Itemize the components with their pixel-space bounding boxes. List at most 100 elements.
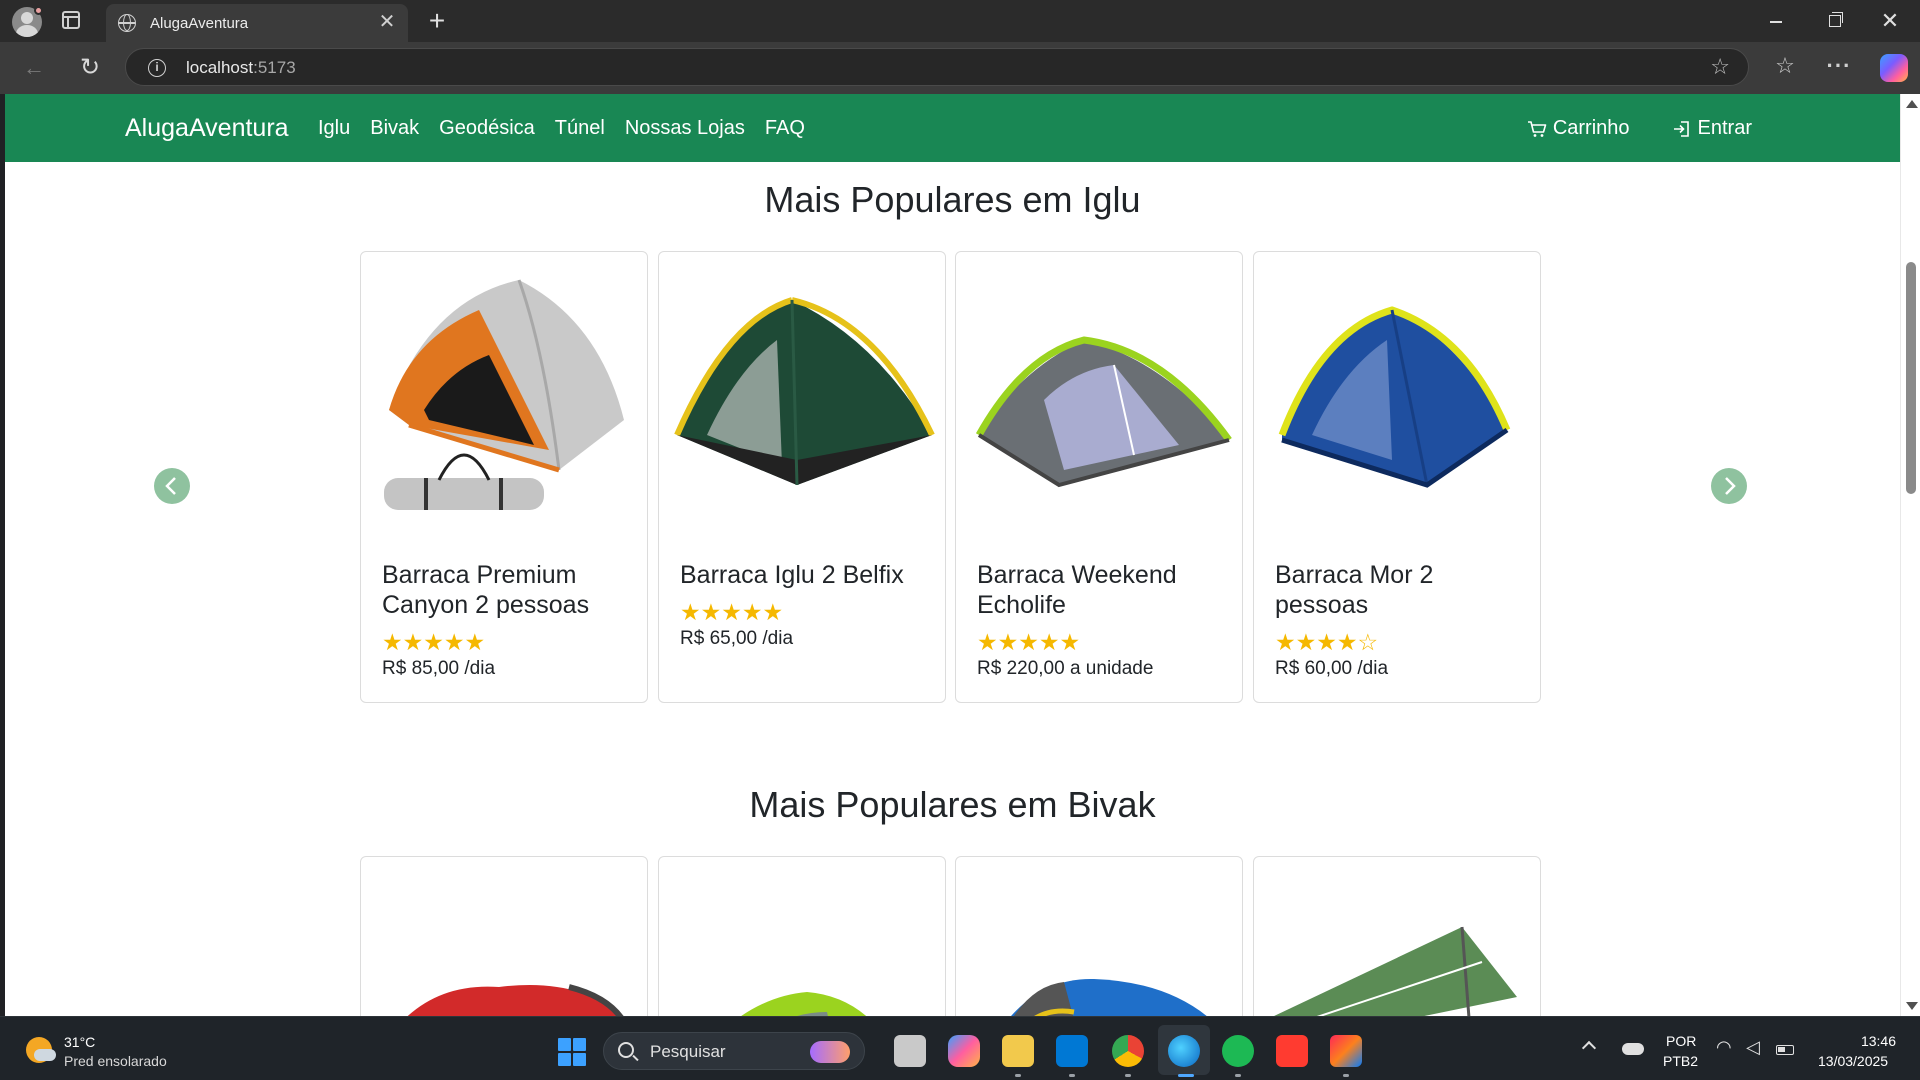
product-image-echolife xyxy=(964,260,1234,532)
search-placeholder: Pesquisar xyxy=(650,1042,726,1061)
running-indicator xyxy=(1015,1074,1021,1077)
product-name[interactable]: Barraca Weekend Echolife xyxy=(977,560,1227,620)
clock-time[interactable]: 13:46 xyxy=(1830,1033,1896,1049)
chevron-right-icon xyxy=(1725,477,1736,495)
product-name[interactable]: Barraca Mor 2 pessoas xyxy=(1275,560,1525,620)
spotify-icon[interactable] xyxy=(1222,1035,1254,1067)
nav-link-tunel[interactable]: Túnel xyxy=(555,117,605,140)
clock-date[interactable]: 13/03/2025 xyxy=(1818,1053,1888,1069)
carousel-prev-button[interactable] xyxy=(154,468,190,504)
scroll-down-arrow-icon[interactable] xyxy=(1906,1002,1918,1010)
weather-condition[interactable]: Pred ensolarado xyxy=(64,1053,167,1069)
minimize-button[interactable] xyxy=(1748,0,1804,42)
file-explorer-icon[interactable] xyxy=(1002,1035,1034,1067)
rating-star-empty: ☆ xyxy=(1357,629,1379,655)
product-price: R$ 60,00 /dia xyxy=(1275,658,1389,679)
rating-stars: ★★★★★ xyxy=(680,599,784,625)
carousel-next-button[interactable] xyxy=(1711,468,1747,504)
product-image-belfix xyxy=(667,260,937,532)
chrome-icon[interactable] xyxy=(1112,1035,1144,1067)
keyboard-layout[interactable]: PTB2 xyxy=(1663,1053,1698,1069)
site-brand[interactable]: AlugaAventura xyxy=(125,114,289,143)
product-card[interactable] xyxy=(955,856,1243,1016)
volume-icon[interactable]: ◁ xyxy=(1746,1037,1760,1058)
wps-office-icon[interactable] xyxy=(1276,1035,1308,1067)
nav-link-geodesica[interactable]: Geodésica xyxy=(439,117,535,140)
nav-link-nossas-lojas[interactable]: Nossas Lojas xyxy=(625,117,745,140)
product-card[interactable]: Barraca Weekend Echolife ★★★★★ R$ 220,00… xyxy=(955,251,1243,703)
browser-tab[interactable]: AlugaAventura ✕ xyxy=(106,4,408,42)
page-viewport: AlugaAventura Iglu Bivak Geodésica Túnel… xyxy=(5,94,1900,1016)
reload-icon[interactable]: ↻ xyxy=(74,52,106,84)
address-bar[interactable]: i localhost:5173 ☆ xyxy=(125,48,1749,86)
nav-link-iglu[interactable]: Iglu xyxy=(318,117,350,140)
battery-icon[interactable] xyxy=(1776,1045,1794,1055)
product-name[interactable]: Barraca Iglu 2 Belfix xyxy=(680,560,930,590)
product-card[interactable] xyxy=(360,856,648,1016)
product-card[interactable]: Barraca Mor 2 pessoas ★★★★☆ R$ 60,00 /di… xyxy=(1253,251,1541,703)
product-image-mor xyxy=(1262,260,1532,532)
nav-right: Carrinho Entrar xyxy=(1527,117,1752,140)
copilot-icon[interactable] xyxy=(1880,54,1908,82)
start-button-windows-icon[interactable] xyxy=(558,1038,586,1066)
product-card[interactable] xyxy=(658,856,946,1016)
url-host: localhost xyxy=(186,58,254,77)
rating-stars: ★★★★☆ xyxy=(1275,630,1378,654)
more-menu-icon[interactable]: ··· xyxy=(1824,53,1854,79)
copilot-app-icon[interactable] xyxy=(948,1035,980,1067)
search-icon xyxy=(618,1042,634,1058)
login-icon xyxy=(1673,120,1689,137)
product-image-bivak-green xyxy=(667,887,937,1016)
favorites-icon[interactable]: ☆ xyxy=(1770,53,1800,79)
weather-sun-cloud-icon[interactable] xyxy=(26,1037,56,1063)
input-language[interactable]: POR xyxy=(1666,1033,1696,1049)
cart-link[interactable]: Carrinho xyxy=(1527,117,1630,140)
product-price: R$ 65,00 /dia xyxy=(680,628,794,649)
tab-title: AlugaAventura xyxy=(150,15,249,32)
product-card[interactable]: Barraca Iglu 2 Belfix ★★★★★ R$ 65,00 /di… xyxy=(658,251,946,703)
section-title-bivak: Mais Populares em Bivak xyxy=(749,784,1156,825)
intellij-icon[interactable] xyxy=(1330,1035,1362,1067)
nav-links: Iglu Bivak Geodésica Túnel Nossas Lojas … xyxy=(318,117,805,140)
scroll-up-arrow-icon[interactable] xyxy=(1906,100,1918,108)
favorite-star-icon[interactable]: ☆ xyxy=(1710,54,1730,80)
close-window-button[interactable]: ✕ xyxy=(1862,0,1918,42)
browser-title-bar: AlugaAventura ✕ + ✕ xyxy=(0,0,1920,42)
product-price: R$ 85,00 /dia xyxy=(382,658,496,679)
edge-icon[interactable] xyxy=(1168,1035,1200,1067)
site-navbar: AlugaAventura Iglu Bivak Geodésica Túnel… xyxy=(5,94,1900,162)
product-card[interactable] xyxy=(1253,856,1541,1016)
url-port: :5173 xyxy=(253,58,296,77)
wifi-icon[interactable]: ◠ xyxy=(1716,1037,1732,1058)
rating-stars-full: ★★★★ xyxy=(1275,629,1358,655)
product-name[interactable]: Barraca Premium Canyon 2 pessoas xyxy=(382,560,632,620)
url-text[interactable]: localhost:5173 xyxy=(186,58,296,78)
login-label: Entrar xyxy=(1697,117,1752,139)
cart-label: Carrinho xyxy=(1552,117,1630,139)
tray-overflow-chevron-icon[interactable] xyxy=(1581,1040,1597,1056)
nav-link-faq[interactable]: FAQ xyxy=(765,117,805,140)
site-info-icon[interactable]: i xyxy=(148,59,166,77)
taskbar-search[interactable]: Pesquisar xyxy=(603,1032,865,1070)
profile-notification-dot xyxy=(34,6,43,15)
onedrive-cloud-icon[interactable] xyxy=(1622,1043,1644,1055)
product-card[interactable]: Barraca Premium Canyon 2 pessoas ★★★★★ R… xyxy=(360,251,648,703)
product-image-bivak-tent xyxy=(1262,887,1532,1016)
weather-temperature[interactable]: 31°C xyxy=(64,1034,95,1050)
active-indicator xyxy=(1178,1074,1194,1077)
vscode-icon[interactable] xyxy=(1056,1035,1088,1067)
running-indicator xyxy=(1069,1074,1075,1077)
login-link[interactable]: Entrar xyxy=(1672,117,1752,140)
tab-close-button[interactable]: ✕ xyxy=(376,11,398,33)
scroll-thumb[interactable] xyxy=(1906,262,1916,494)
back-arrow-icon[interactable]: ← xyxy=(18,52,50,84)
tab-actions-icon[interactable] xyxy=(62,11,80,29)
running-indicator xyxy=(1125,1074,1131,1077)
search-highlight-icon xyxy=(810,1041,850,1063)
product-image-bivak-red xyxy=(369,887,639,1016)
page-scrollbar[interactable] xyxy=(1900,94,1920,1016)
nav-link-bivak[interactable]: Bivak xyxy=(370,117,419,140)
restore-button[interactable] xyxy=(1806,0,1862,42)
task-view-icon[interactable] xyxy=(894,1035,926,1067)
new-tab-button[interactable]: + xyxy=(422,6,452,36)
